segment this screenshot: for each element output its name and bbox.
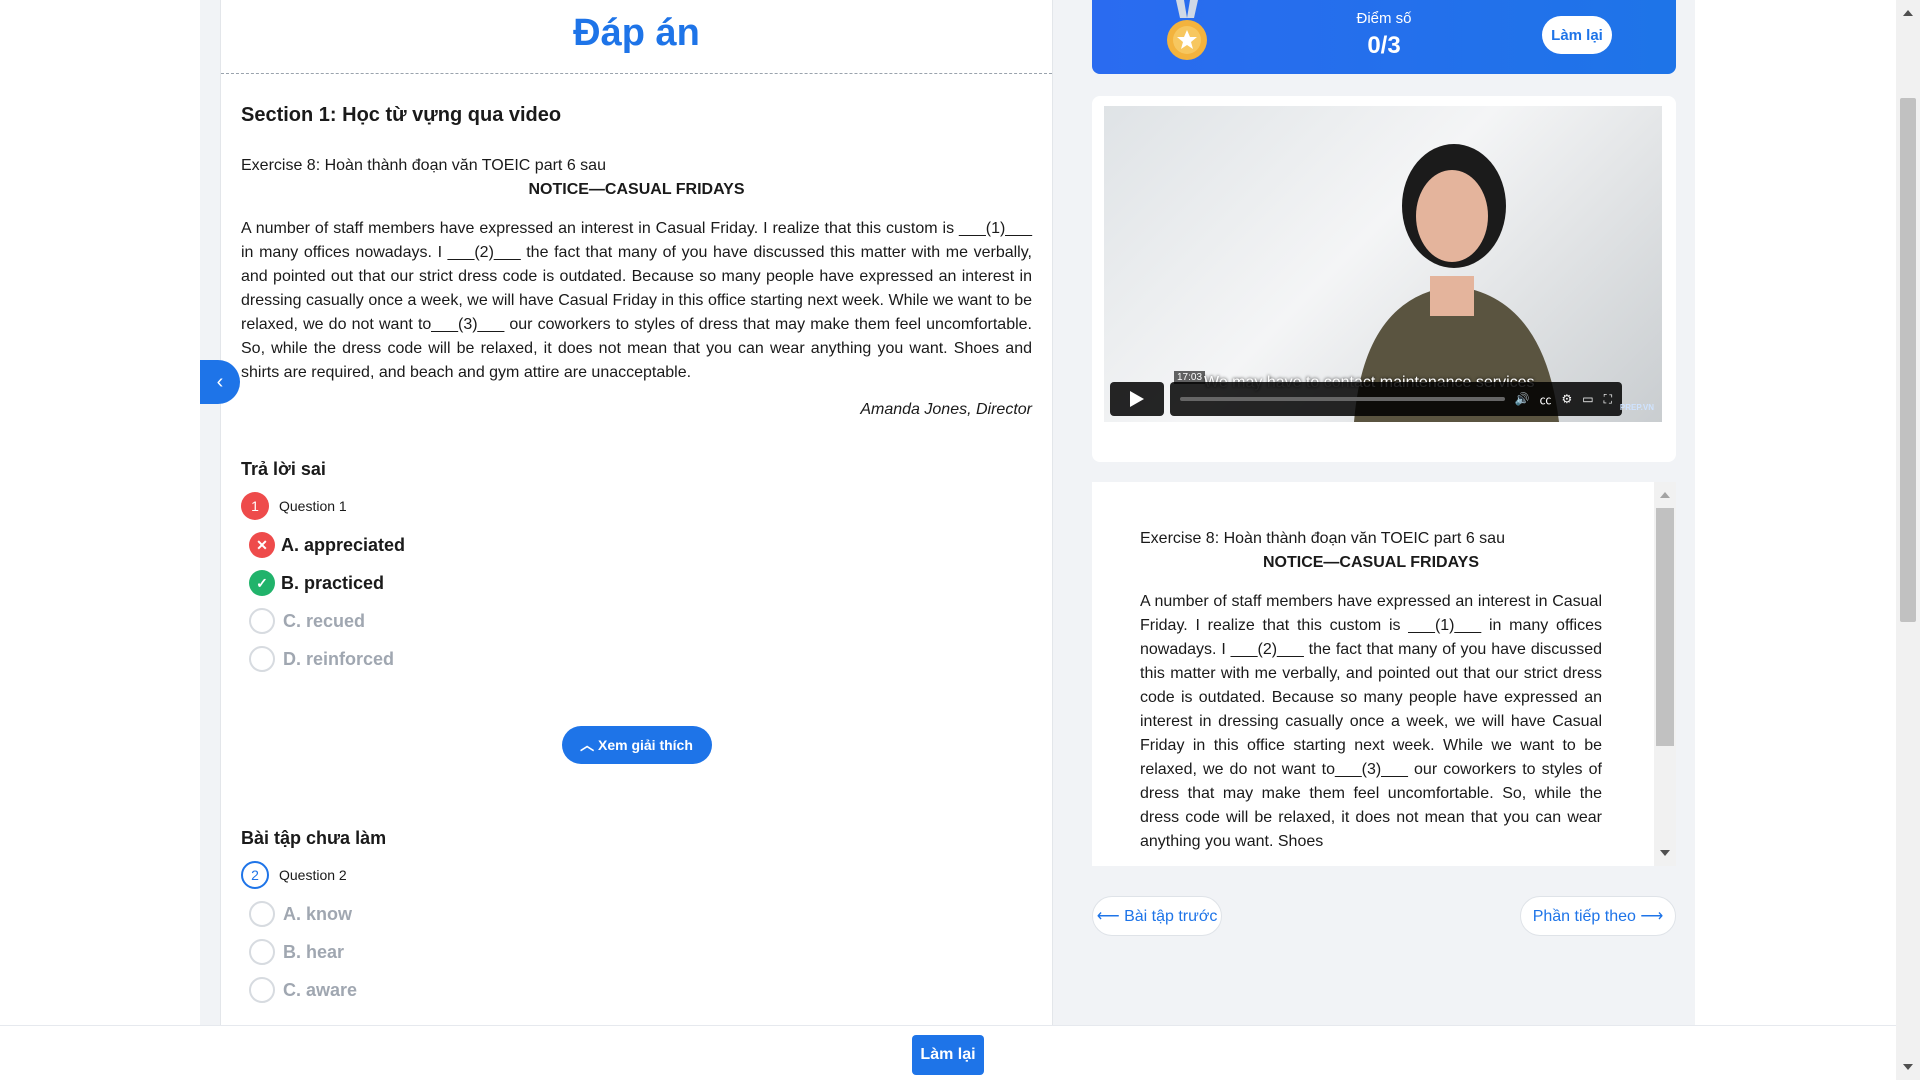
option-c[interactable]: C. recued (249, 608, 1032, 634)
radio-icon (249, 901, 275, 927)
video-controls: 🔊 ㏄ ⚙ ▭ ⛶ (1110, 382, 1622, 416)
option-label: C. aware (283, 979, 358, 1000)
volume-icon[interactable]: 🔊 (1515, 392, 1530, 406)
next-section-button[interactable]: Phần tiếp theo ⟶ (1520, 896, 1676, 936)
question-label: Question 2 (279, 867, 347, 883)
radio-icon (249, 977, 275, 1003)
notice-title: NOTICE—CASUAL FRIDAYS (1262, 554, 1480, 571)
page-scroll-thumb[interactable] (1900, 98, 1916, 622)
scroll-down-icon[interactable] (1660, 850, 1670, 856)
check-icon: ✓ (249, 570, 275, 596)
answer-panel: Đáp án Section 1: Học từ vựng qua video … (220, 0, 1053, 1025)
fullscreen-icon[interactable]: ⛶ (1604, 392, 1612, 407)
scroll-thumb[interactable] (1656, 508, 1674, 746)
prev-label: Bài tập trước (1124, 908, 1218, 925)
unanswered-title: Bài tập chưa làm (241, 828, 387, 848)
retry-button[interactable]: Làm lại (1542, 16, 1612, 54)
option-label: D. reinforced (283, 648, 395, 669)
wrong-icon: ✕ (249, 532, 275, 558)
chevron-up-icon: ︿ (580, 737, 595, 753)
passage-text: A number of staff members have expressed… (1140, 593, 1602, 850)
wrong-answers-title: Trả lời sai (241, 459, 326, 479)
miniplayer-icon[interactable]: ▭ (1582, 392, 1593, 406)
exercise-title: Exercise 8: Hoàn thành đoạn văn TOEIC pa… (241, 157, 606, 174)
answer-content: Section 1: Học từ vựng qua video Exercis… (221, 104, 1052, 1003)
option-a[interactable]: ✕ A. appreciated (249, 532, 1032, 558)
next-label: Phần tiếp theo (1532, 908, 1636, 925)
retry-main-button[interactable]: Làm lại (912, 1035, 984, 1075)
passage-signature: Amanda Jones, Director (860, 401, 1032, 418)
option-label: B. practiced (281, 572, 385, 593)
question-label: Question 1 (279, 498, 347, 514)
radio-icon (249, 646, 275, 672)
question-number-badge: 2 (241, 861, 269, 889)
reading-panel[interactable]: Exercise 8: Hoàn thành đoạn văn TOEIC pa… (1092, 482, 1676, 866)
scroll-up-icon[interactable] (1903, 10, 1913, 16)
video-control-bar: 🔊 ㏄ ⚙ ▭ ⛶ (1170, 382, 1622, 416)
option-c[interactable]: C. aware (249, 977, 1032, 1003)
option-d[interactable]: D. reinforced (249, 646, 1032, 672)
video-player[interactable]: 17:03 We may have to contact maintenance… (1104, 106, 1662, 422)
exercise-title: Exercise 8: Hoàn thành đoạn văn TOEIC pa… (1140, 530, 1505, 547)
notice-title: NOTICE—CASUAL FRIDAYS (528, 181, 745, 198)
previous-exercise-button[interactable]: ⟵ Bài tập trước (1092, 896, 1222, 936)
video-logo: PREP.VN (1619, 403, 1654, 412)
question-1-header: 1 Question 1 (241, 492, 1032, 520)
reading-scrollbar[interactable] (1654, 482, 1676, 866)
scroll-down-icon[interactable] (1903, 1064, 1913, 1070)
play-icon (1130, 391, 1144, 407)
view-explanation-button[interactable]: ︿ Xem giải thích (561, 726, 712, 764)
option-b[interactable]: ✓ B. practiced (249, 570, 1032, 596)
video-progress-bar[interactable] (1180, 397, 1505, 401)
option-b[interactable]: B. hear (249, 939, 1032, 965)
option-label: C. recued (283, 610, 366, 631)
question-2-header: 2 Question 2 (241, 861, 1032, 889)
question-number-badge: 1 (241, 492, 269, 520)
page-title: Đáp án (221, 0, 1052, 74)
radio-icon (249, 939, 275, 965)
bottom-bar: Làm lại (0, 1025, 1920, 1080)
scroll-up-icon[interactable] (1660, 492, 1670, 498)
option-a[interactable]: A. know (249, 901, 1032, 927)
reading-content: Exercise 8: Hoàn thành đoạn văn TOEIC pa… (1140, 530, 1602, 854)
play-button[interactable] (1110, 382, 1164, 416)
option-label: A. appreciated (281, 534, 406, 555)
chevron-left-icon: ‹ (216, 370, 224, 393)
score-card: Điểm số 0/3 Làm lại (1092, 0, 1676, 74)
arrow-right-icon: ⟶ (1640, 908, 1664, 925)
passage-text: A number of staff members have expressed… (241, 220, 1032, 381)
option-label: A. know (283, 903, 353, 924)
page-scrollbar[interactable] (1896, 0, 1920, 1080)
captions-icon[interactable]: ㏄ (1539, 391, 1551, 408)
radio-icon (249, 608, 275, 634)
arrow-left-icon: ⟵ (1096, 908, 1120, 925)
settings-icon[interactable]: ⚙ (1561, 392, 1572, 406)
video-card: 17:03 We may have to contact maintenance… (1092, 96, 1676, 462)
section-title: Section 1: Học từ vựng qua video (241, 104, 562, 126)
option-label: B. hear (283, 941, 345, 962)
explain-label: Xem giải thích (597, 737, 693, 753)
